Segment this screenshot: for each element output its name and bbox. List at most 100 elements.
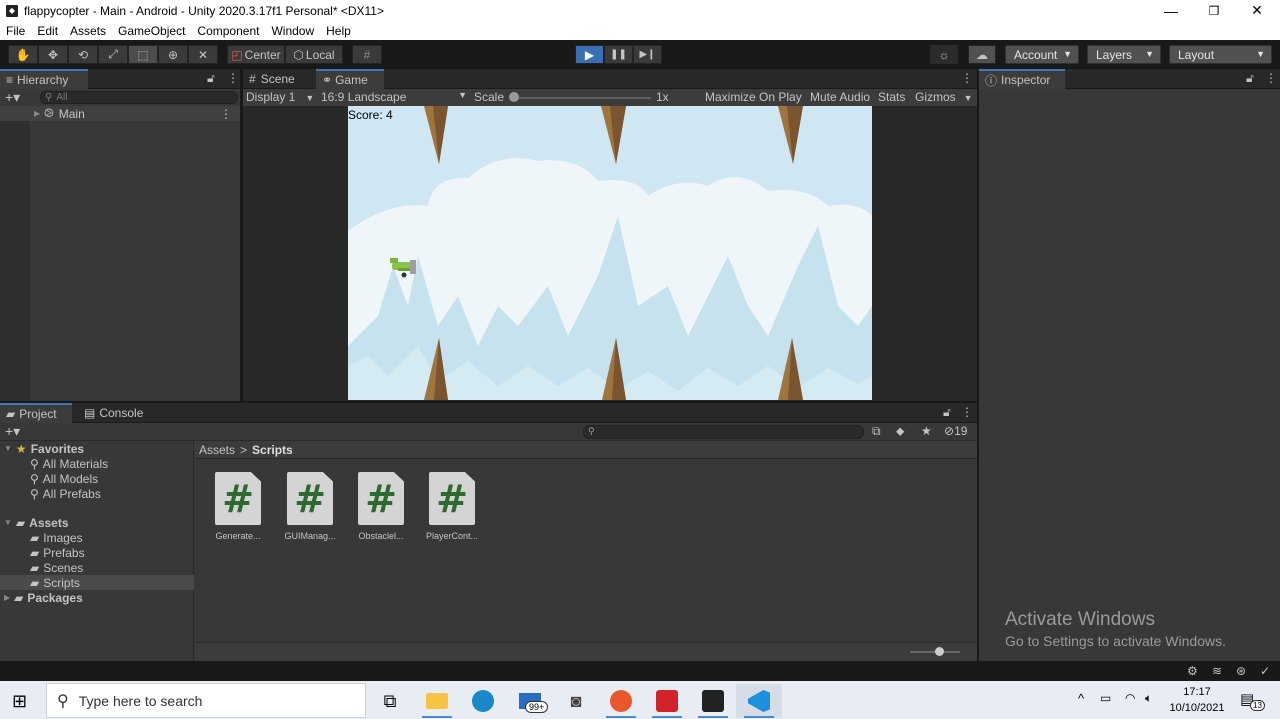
unity-button[interactable] xyxy=(690,684,736,718)
stats-toggle[interactable]: Stats xyxy=(878,90,905,104)
icon-size-slider-thumb[interactable] xyxy=(935,647,944,656)
tab-inspector[interactable]: ⓘ Inspector xyxy=(979,69,1065,89)
progress-icon[interactable]: ⊛ xyxy=(1236,664,1246,678)
edge-button[interactable] xyxy=(460,684,506,718)
transform-tool-button[interactable]: ⊕ xyxy=(158,45,188,64)
expand-arrow-icon[interactable]: ▶ xyxy=(4,593,10,602)
kebab-menu-icon[interactable]: ⋮ xyxy=(220,107,232,121)
star-icon[interactable]: ★ xyxy=(921,424,932,438)
tray-chevron-up-icon[interactable]: ^ xyxy=(1078,691,1084,706)
tab-scene[interactable]: # Scene xyxy=(243,69,309,89)
game-view[interactable]: Score: 4 xyxy=(348,106,872,400)
pivot-local-button[interactable]: ⬡ Local xyxy=(285,45,343,64)
folder-scenes[interactable]: ▰ Scenes xyxy=(0,560,83,575)
packages-row[interactable]: ▶ ▰ Packages xyxy=(0,590,83,605)
notification-center-button[interactable]: ▤ 13 xyxy=(1240,690,1265,711)
rotate-tool-button[interactable]: ⟲ xyxy=(68,45,98,64)
favorites-row[interactable]: ▼ ★ Favorites xyxy=(0,441,84,456)
play-button[interactable]: ▶ xyxy=(575,45,604,64)
favorite-all-materials[interactable]: ⚲ All Materials xyxy=(0,456,108,471)
assets-row[interactable]: ▼ ▰ Assets xyxy=(0,515,69,530)
lock-icon[interactable]: 🔓︎ xyxy=(943,405,951,420)
expand-arrow-icon[interactable]: ▼ xyxy=(4,518,12,527)
folder-images[interactable]: ▰ Images xyxy=(0,530,83,545)
breadcrumb-scripts[interactable]: Scripts xyxy=(252,443,293,457)
tab-game[interactable]: ⚭ Game xyxy=(316,69,384,89)
project-search-input[interactable]: ⚲ xyxy=(583,425,864,439)
favorite-all-prefabs[interactable]: ⚲ All Prefabs xyxy=(0,486,101,501)
custom-tool-button[interactable]: ✕ xyxy=(188,45,218,64)
tab-console[interactable]: ▤ Console xyxy=(78,403,158,423)
menu-help[interactable]: Help xyxy=(320,24,357,38)
layout-dropdown[interactable]: Layout ▼ xyxy=(1169,45,1272,64)
cache-icon[interactable]: ≋ xyxy=(1212,664,1222,678)
close-button[interactable]: ✕ xyxy=(1235,0,1279,21)
mute-audio-toggle[interactable]: Mute Audio xyxy=(810,90,870,104)
vscode-button[interactable] xyxy=(736,684,782,718)
tab-project[interactable]: ▰ Project xyxy=(0,403,72,423)
kebab-menu-icon[interactable]: ⋮ xyxy=(1265,71,1277,85)
lock-icon[interactable]: 🔓︎ xyxy=(207,71,215,86)
script-asset[interactable]: # Generate... xyxy=(206,472,262,542)
mail-button[interactable]: 99+ xyxy=(507,684,553,718)
expand-arrow-icon[interactable]: ▼ xyxy=(4,444,12,453)
volume-icon[interactable]: 🔈︎ xyxy=(1145,691,1152,706)
task-view-button[interactable]: ⧉ xyxy=(367,684,413,718)
add-icon[interactable]: +▾ xyxy=(5,423,20,440)
breadcrumb-assets[interactable]: Assets xyxy=(199,443,235,457)
grid-snap-button[interactable]: # xyxy=(352,45,382,64)
maximize-on-play-toggle[interactable]: Maximize On Play xyxy=(705,90,802,104)
clock[interactable]: 17:17 10/10/2021 xyxy=(1168,684,1226,716)
scale-slider-track[interactable] xyxy=(513,97,651,99)
kebab-menu-icon[interactable]: ⋮ xyxy=(961,71,973,85)
minimize-button[interactable]: — xyxy=(1149,0,1193,21)
menu-edit[interactable]: Edit xyxy=(31,24,64,38)
move-tool-button[interactable]: ✥ xyxy=(38,45,68,64)
add-icon[interactable]: +▾ xyxy=(5,89,20,106)
script-asset[interactable]: # GUIManag... xyxy=(278,472,336,542)
label-icon[interactable]: ⬥ xyxy=(896,424,904,439)
script-asset[interactable]: # Obstaclel... xyxy=(349,472,405,542)
scale-slider-thumb[interactable] xyxy=(509,92,519,102)
folder-scripts[interactable]: ▰ Scripts xyxy=(0,575,194,590)
cloud-button[interactable]: ☁ xyxy=(968,45,996,64)
kebab-menu-icon[interactable]: ⋮ xyxy=(227,71,239,85)
camera-button[interactable]: ◙ xyxy=(553,684,599,718)
pause-button[interactable]: ❚❚ xyxy=(604,45,633,64)
hidden-packages-toggle[interactable]: ⊘19 xyxy=(944,424,967,438)
menu-window[interactable]: Window xyxy=(265,24,320,38)
scale-tool-button[interactable]: ⤢ xyxy=(98,45,128,64)
check-circle-icon[interactable]: ✓ xyxy=(1260,664,1270,678)
firefox-button[interactable] xyxy=(598,684,644,718)
restore-button[interactable]: ❐ xyxy=(1192,0,1236,21)
favorite-all-models[interactable]: ⚲ All Models xyxy=(0,471,98,486)
pivot-center-button[interactable]: ◰ Center xyxy=(227,45,285,64)
wifi-icon[interactable]: ◠ xyxy=(1125,691,1135,705)
taskbar-search-input[interactable]: ⚲ Type here to search xyxy=(46,683,366,718)
file-explorer-button[interactable] xyxy=(414,684,460,718)
rect-tool-button[interactable]: ⬚ xyxy=(128,45,158,64)
display-dropdown[interactable]: Display 1 ▼ xyxy=(246,90,314,104)
layers-dropdown[interactable]: Layers ▼ xyxy=(1087,45,1161,64)
tab-hierarchy[interactable]: ≡ Hierarchy xyxy=(0,69,88,89)
script-asset[interactable]: # PlayerCont... xyxy=(420,472,478,542)
menu-file[interactable]: File xyxy=(0,24,31,38)
scene-item-main[interactable]: ▶ ⧁ Main ⋮ xyxy=(0,106,240,121)
collab-button[interactable]: ☼ xyxy=(930,45,958,64)
menu-gameobject[interactable]: GameObject xyxy=(112,24,191,38)
folder-prefabs[interactable]: ▰ Prefabs xyxy=(0,545,85,560)
hierarchy-search-input[interactable]: ⚲ All xyxy=(40,91,238,104)
kebab-menu-icon[interactable]: ⋮ xyxy=(961,405,973,419)
bug-icon[interactable]: ⚙ xyxy=(1187,664,1198,678)
battery-icon[interactable]: ▭ xyxy=(1100,691,1111,705)
hand-tool-button[interactable]: ✋ xyxy=(8,45,38,64)
menu-assets[interactable]: Assets xyxy=(64,24,112,38)
windows-start-icon[interactable]: ⊞ xyxy=(12,691,27,712)
step-button[interactable]: ▶❙ xyxy=(633,45,662,64)
filter-type-icon[interactable]: ⧉ xyxy=(872,424,881,439)
gizmos-dropdown[interactable]: Gizmos ▼ xyxy=(915,90,973,104)
lock-icon[interactable]: 🔓︎ xyxy=(1246,71,1254,86)
expand-arrow-icon[interactable]: ▶ xyxy=(34,109,40,118)
acrobat-button[interactable] xyxy=(644,684,690,718)
account-dropdown[interactable]: Account ▼ xyxy=(1005,45,1079,64)
